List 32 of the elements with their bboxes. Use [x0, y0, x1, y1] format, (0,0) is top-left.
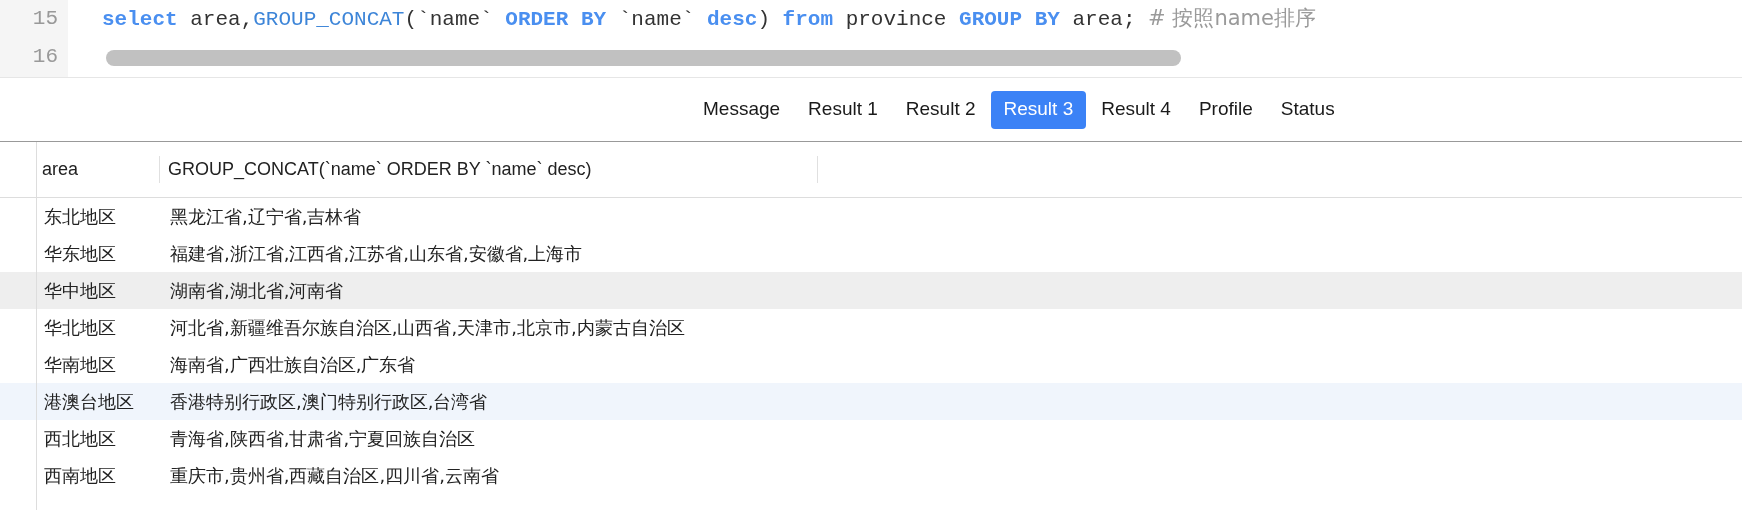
- table-cell-text: 西南地区: [43, 464, 117, 488]
- result-tab[interactable]: Status: [1267, 90, 1348, 129]
- result-tab[interactable]: Result 3: [990, 90, 1087, 129]
- table-cell-text: 湖南省,湖北省,河南省: [169, 279, 344, 303]
- result-tab[interactable]: Result 2: [892, 90, 989, 129]
- table-cell-text: 港澳台地区: [43, 390, 135, 414]
- line-number: 15: [31, 6, 59, 33]
- table-cell-text: 华中地区: [43, 279, 117, 303]
- table-cell-text: 华东地区: [43, 242, 117, 266]
- result-tab[interactable]: Result 1: [795, 90, 891, 129]
- table-cell-text: 西北地区: [43, 427, 117, 451]
- table-cell-text: 东北地区: [43, 205, 117, 229]
- column-header[interactable]: area: [36, 156, 160, 183]
- table-cell-text: 华南地区: [43, 353, 117, 377]
- table-cell-text: 河北省,新疆维吾尔族自治区,山西省,天津市,北京市,内蒙古自治区: [169, 316, 685, 340]
- table-cell-text: 香港特别行政区,澳门特别行政区,台湾省: [169, 390, 488, 414]
- table-cell-text: 福建省,浙江省,江西省,江苏省,山东省,安徽省,上海市: [169, 242, 583, 266]
- code-editor[interactable]: 15 select area,GROUP_CONCAT(`name` ORDER BY `name` desc) from province GROUP BY area; # 按照name排序 16: [0, 0, 1742, 78]
- horizontal-scrollbar[interactable]: [106, 50, 1181, 66]
- table-cell-text: 海南省,广西壮族自治区,广东省: [169, 353, 416, 377]
- result-tab[interactable]: Message: [690, 90, 794, 129]
- table-row[interactable]: 港澳台地区 香港特别行政区,澳门特别行政区,台湾省: [0, 383, 1742, 420]
- code-line: select area,GROUP_CONCAT(`name` ORDER BY `name` desc) from province GROUP BY area; # 按照name排序: [101, 4, 1316, 33]
- table-cell-text: 青海省,陕西省,甘肃省,宁夏回族自治区: [169, 427, 476, 451]
- line-number: 16: [31, 44, 59, 71]
- result-tab[interactable]: Result 4: [1088, 90, 1184, 129]
- table-cell-text: 重庆市,贵州省,西藏自治区,四川省,云南省: [169, 464, 499, 488]
- table-row[interactable]: 华中地区 湖南省,湖北省,河南省: [0, 272, 1742, 309]
- result-tab[interactable]: Profile: [1185, 90, 1266, 129]
- column-header[interactable]: GROUP_CONCAT(`name` ORDER BY `name` desc): [160, 156, 818, 183]
- table-cell-text: 华北地区: [43, 316, 117, 340]
- table-cell-text: 黑龙江省,辽宁省,吉林省: [169, 205, 362, 229]
